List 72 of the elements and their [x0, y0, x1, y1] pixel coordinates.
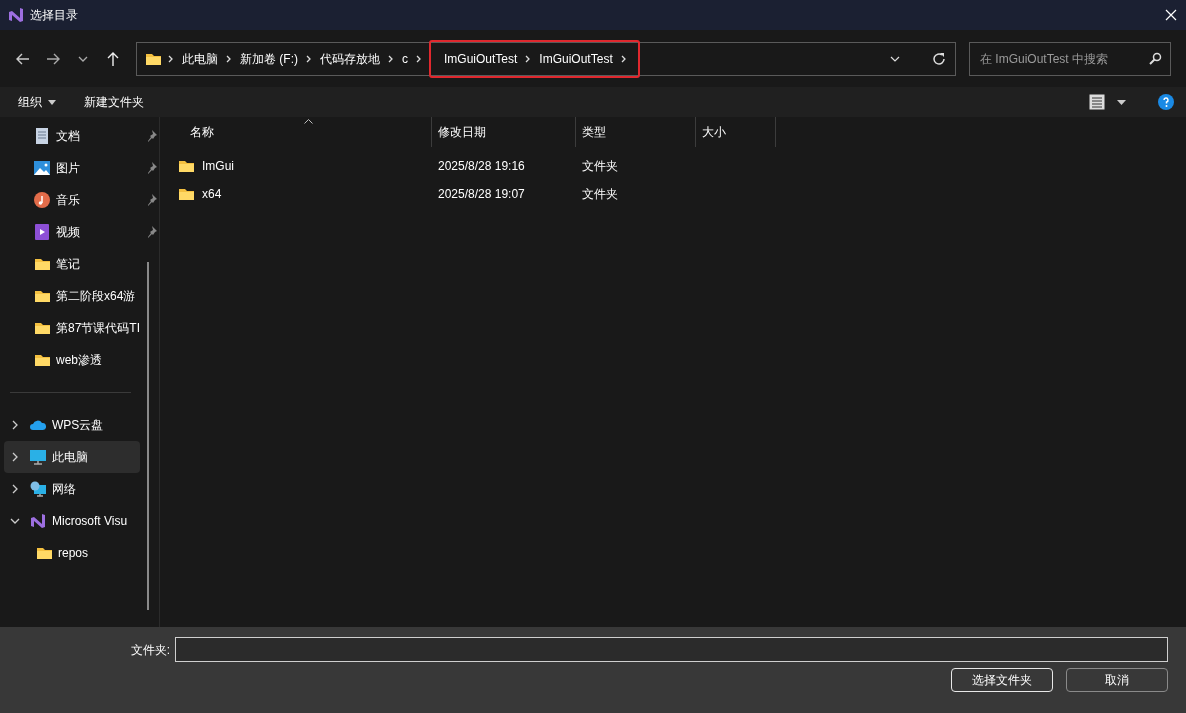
- chevron-right-icon: [619, 53, 628, 64]
- search-box[interactable]: 在 ImGuiOutTest 中搜索: [969, 41, 1171, 76]
- search-field[interactable]: 在 ImGuiOutTest 中搜索: [978, 48, 1148, 69]
- breadcrumb-link[interactable]: c: [399, 49, 411, 68]
- sidebar-item[interactable]: 文档: [56, 127, 140, 145]
- chevron-right-icon: [225, 53, 233, 64]
- picture-icon: [34, 160, 50, 176]
- tree-item[interactable]: repos: [58, 544, 89, 562]
- search-icon[interactable]: [1148, 51, 1162, 66]
- organize-menu-button[interactable]: 组织: [12, 91, 62, 113]
- chevron-right-icon[interactable]: [10, 484, 20, 494]
- address-bar[interactable]: 此电脑 新加卷 (F:) 代码存放地 c ImGuiOutTest ImGuiOutTest: [136, 41, 956, 76]
- modified-date: 2025/8/28 19:07: [437, 186, 526, 203]
- folder-icon: [34, 352, 50, 368]
- column-header[interactable]: 大小: [696, 117, 776, 147]
- video-icon: [34, 224, 50, 240]
- app-logo-icon: [30, 513, 46, 529]
- sidebar-item[interactable]: 音乐: [56, 191, 140, 209]
- sidebar-item[interactable]: 第87节课代码TI: [56, 319, 140, 337]
- chevron-right-icon: [415, 53, 423, 64]
- window-title: 选择目录: [30, 7, 78, 24]
- file-type: 文件夹: [581, 186, 619, 203]
- folder-icon: [34, 288, 50, 304]
- chevron-right-icon: [305, 53, 313, 64]
- close-icon[interactable]: [1164, 8, 1178, 22]
- document-icon: [34, 128, 50, 144]
- tree-item[interactable]: WPS云盘: [52, 416, 104, 434]
- field-label: 文件夹:: [130, 641, 170, 659]
- tree-item[interactable]: 网络: [52, 480, 76, 498]
- breadcrumb-link[interactable]: ImGuiOutTest: [441, 49, 521, 68]
- refresh-icon[interactable]: [931, 50, 947, 67]
- chevron-right-icon: [167, 53, 175, 64]
- app-logo-icon: [8, 7, 24, 23]
- breadcrumb-link[interactable]: ImGuiOutTest: [536, 49, 616, 68]
- monitor-icon: [30, 449, 46, 465]
- breadcrumb-link[interactable]: 代码存放地: [317, 49, 383, 68]
- view-caret-icon[interactable]: [1117, 99, 1126, 105]
- breadcrumb-link[interactable]: 此电脑: [179, 49, 221, 68]
- caret-icon: [48, 99, 56, 105]
- breadcrumb-link[interactable]: 新加卷 (F:): [237, 49, 301, 68]
- file-name[interactable]: ImGui: [202, 157, 234, 175]
- folder-name-field[interactable]: [175, 637, 1168, 662]
- new-folder-button[interactable]: 新建文件夹: [78, 91, 150, 113]
- selected-tree-item[interactable]: 此电脑: [4, 441, 140, 473]
- sidebar-item[interactable]: 第二阶段x64游: [56, 287, 140, 305]
- music-note-icon: [34, 192, 50, 208]
- folder-icon: [178, 158, 196, 174]
- column-header[interactable]: 类型: [576, 117, 696, 147]
- view-list-icon[interactable]: [1089, 94, 1105, 110]
- scrollbar-thumb[interactable]: [147, 262, 149, 610]
- sidebar-item[interactable]: 视频: [56, 223, 140, 241]
- folder-icon: [36, 545, 52, 561]
- help-icon[interactable]: [1158, 94, 1174, 110]
- chevron-right-icon: [387, 53, 395, 64]
- file-name[interactable]: x64: [202, 185, 222, 203]
- tree-item[interactable]: Microsoft Visu: [52, 512, 128, 530]
- select-folder-button[interactable]: 选择文件夹: [951, 668, 1053, 692]
- folder-icon: [34, 256, 50, 272]
- folder-icon: [34, 320, 50, 336]
- chevron-right-icon[interactable]: [10, 452, 20, 462]
- modified-date: 2025/8/28 19:16: [437, 158, 526, 175]
- cancel-button[interactable]: 取消: [1066, 668, 1168, 692]
- sidebar-item[interactable]: web渗透: [56, 351, 140, 369]
- sidebar-item[interactable]: 图片: [56, 159, 140, 177]
- chevron-down-icon[interactable]: [10, 516, 20, 526]
- file-type: 文件夹: [581, 158, 619, 175]
- chevron-right-icon[interactable]: [10, 420, 20, 430]
- folder-icon: [178, 186, 196, 202]
- sidebar-item[interactable]: 笔记: [56, 255, 140, 273]
- column-header[interactable]: 修改日期: [432, 117, 576, 147]
- network-icon: [30, 481, 46, 497]
- column-header[interactable]: 名称: [160, 117, 432, 147]
